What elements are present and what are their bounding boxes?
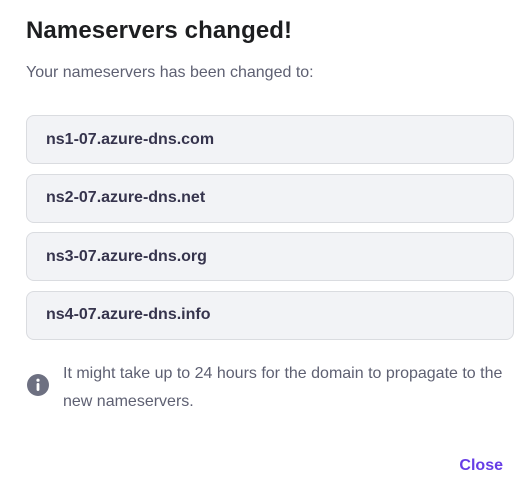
nameserver-item-1: ns1-07.azure-dns.com <box>26 115 514 164</box>
nameservers-changed-dialog: Nameservers changed! Your nameservers ha… <box>0 0 527 503</box>
nameserver-item-4: ns4-07.azure-dns.info <box>26 290 514 340</box>
nameserver-list: ns1-07.azure-dns.com ns2-07.azure-dns.ne… <box>26 115 514 349</box>
nameserver-item-3: ns3-07.azure-dns.org <box>26 232 514 281</box>
close-button[interactable]: Close <box>457 455 505 477</box>
info-icon <box>27 374 49 396</box>
notice-text: It might take up to 24 hours for the dom… <box>63 365 503 410</box>
dialog-title: Nameservers changed! <box>26 17 293 44</box>
dialog-subtitle: Your nameservers has been changed to: <box>26 64 314 81</box>
nameserver-item-2: ns2-07.azure-dns.net <box>26 173 514 223</box>
propagation-notice: It might take up to 24 hours for the dom… <box>26 360 516 416</box>
